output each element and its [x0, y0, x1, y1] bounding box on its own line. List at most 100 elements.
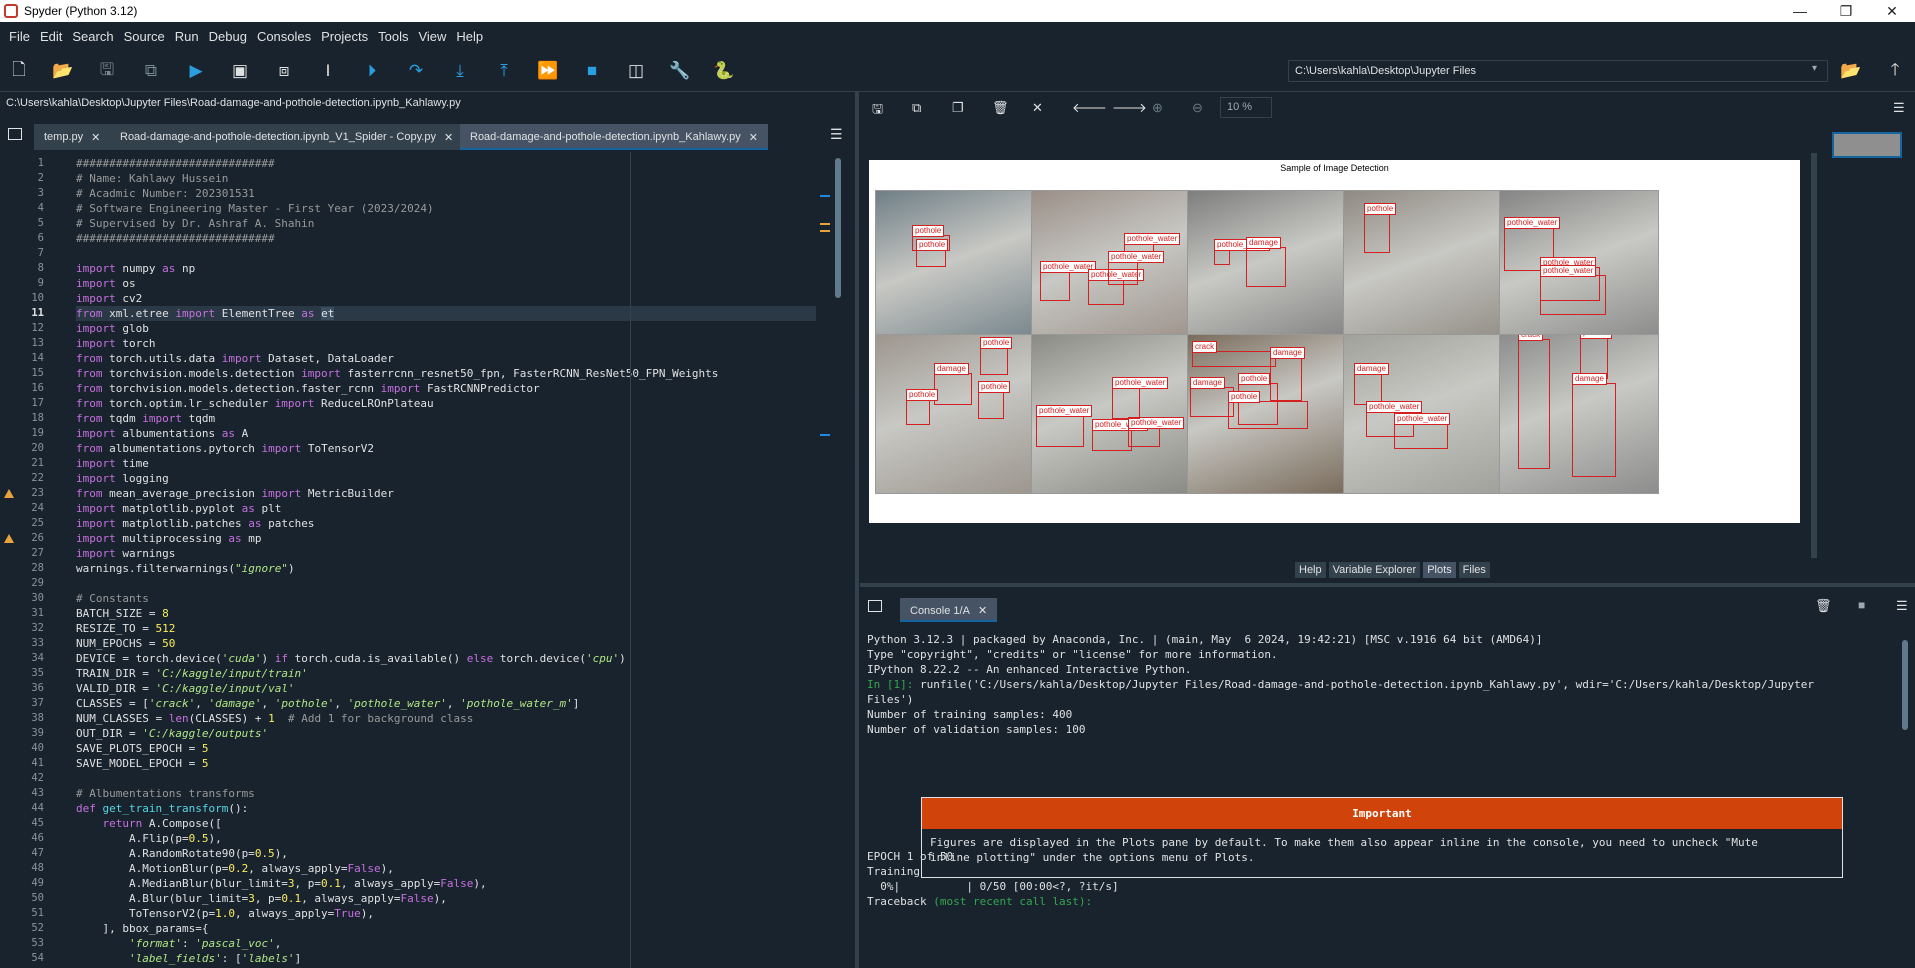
bounding-box-label: pothole — [912, 225, 945, 237]
parent-directory-icon[interactable]: 🡑 — [1883, 60, 1907, 82]
run-cell-icon[interactable]: ▣ — [228, 60, 252, 82]
code-area[interactable]: ############################## # Name: K… — [76, 156, 816, 966]
menu-debug[interactable]: Debug — [204, 29, 252, 44]
remove-plot-icon[interactable]: 🗑 — [992, 100, 1009, 116]
save-icon[interactable]: 🖫 — [95, 60, 119, 82]
menu-file[interactable]: File — [4, 29, 35, 44]
preferences-wrench-icon[interactable]: 🔧 — [668, 60, 692, 82]
browse-directory-icon[interactable]: 📂 — [1839, 60, 1863, 82]
zoom-level-field[interactable]: 10 % — [1220, 97, 1272, 118]
scrollbar-thumb[interactable] — [1902, 640, 1908, 730]
window-title: Spyder (Python 3.12) — [24, 4, 138, 18]
next-plot-icon[interactable]: 🡒 — [1112, 100, 1147, 116]
browse-tabs-icon[interactable] — [868, 600, 882, 612]
run-icon[interactable]: ▶ — [184, 60, 208, 82]
bounding-box-label: pothole — [916, 239, 949, 251]
tab-copy-py[interactable]: Road-damage-and-pothole-detection.ipynb_… — [110, 124, 464, 150]
stop-kernel-icon[interactable]: ■ — [1858, 598, 1865, 612]
line-number: 26 — [0, 531, 50, 546]
tab-kahlawy-py[interactable]: Road-damage-and-pothole-detection.ipynb_… — [460, 124, 768, 150]
chevron-down-icon[interactable]: ▾ — [1812, 63, 1817, 74]
tab-files[interactable]: Files — [1458, 562, 1490, 578]
clear-console-icon[interactable]: 🗑 — [1815, 598, 1832, 614]
menu-run[interactable]: Run — [170, 29, 204, 44]
bounding-box-label: damage — [934, 363, 969, 375]
line-number: 18 — [31, 412, 44, 424]
continue-icon[interactable]: ⏩ — [536, 60, 560, 82]
code-editor[interactable]: 1 2 3 4 5 6 7 8 9 10 11 12 13 14 15 16 17 18 19 20 21 22 23 24 2… — [0, 152, 835, 968]
line-number: 40 — [31, 742, 44, 754]
line-number: 52 — [31, 922, 44, 934]
zoom-out-icon[interactable]: ⊖ — [1192, 100, 1203, 116]
maximize-pane-icon[interactable]: ◫ — [624, 60, 648, 82]
menu-consoles[interactable]: Consoles — [252, 29, 316, 44]
maximize-button[interactable]: ❐ — [1823, 0, 1869, 22]
menu-edit[interactable]: Edit — [35, 29, 67, 44]
save-all-plots-icon[interactable]: ⧉ — [912, 100, 921, 116]
pane-splitter[interactable] — [860, 583, 1915, 587]
tab-plots[interactable]: Plots — [1423, 562, 1456, 578]
remove-all-plots-icon[interactable]: ✕ — [1032, 100, 1043, 116]
stop-debug-icon[interactable]: ■ — [580, 60, 604, 82]
line-number: 37 — [31, 697, 44, 709]
bounding-box: pothole — [916, 239, 949, 267]
menu-view[interactable]: View — [413, 29, 451, 44]
warning-icon[interactable] — [4, 489, 14, 498]
close-tab-icon[interactable]: ✕ — [978, 605, 987, 617]
options-menu-icon[interactable]: ☰ — [1893, 100, 1905, 116]
scrollbar-thumb[interactable] — [835, 158, 841, 298]
line-number: 36 — [31, 682, 44, 694]
tab-temp-py[interactable]: temp.py ✕ — [34, 124, 111, 150]
bounding-box: pothole_water — [1092, 419, 1149, 451]
close-button[interactable]: ✕ — [1869, 0, 1915, 22]
thumbnails-panel — [1820, 125, 1915, 560]
step-over-icon[interactable]: ↷ — [404, 60, 428, 82]
previous-plot-icon[interactable]: 🡐 — [1072, 100, 1107, 116]
menu-bar: File Edit Search Source Run Debug Consol… — [0, 22, 1915, 50]
traceback-detail: (most recent call last): — [926, 895, 1093, 908]
bounding-box-label: crack — [1192, 341, 1218, 353]
copy-plot-icon[interactable]: ❐ — [952, 100, 964, 116]
close-tab-icon[interactable]: ✕ — [749, 131, 758, 144]
bounding-box: pothole_water — [1040, 261, 1097, 301]
options-menu-icon[interactable]: ☰ — [1896, 598, 1908, 614]
tab-variable-explorer[interactable]: Variable Explorer — [1328, 562, 1421, 578]
step-return-icon[interactable]: ⤒ — [492, 60, 516, 82]
save-plot-icon[interactable]: 🖫 — [872, 100, 883, 122]
browse-tabs-icon[interactable] — [8, 128, 22, 140]
run-cell-advance-icon[interactable]: ⧈ — [272, 60, 296, 82]
step-into-icon[interactable]: ⤓ — [448, 60, 472, 82]
tab-help[interactable]: Help — [1295, 562, 1326, 578]
open-file-icon[interactable]: 📂 — [51, 60, 75, 82]
menu-source[interactable]: Source — [119, 29, 170, 44]
menu-projects[interactable]: Projects — [316, 29, 373, 44]
close-tab-icon[interactable]: ✕ — [444, 131, 453, 144]
menu-tools[interactable]: Tools — [373, 29, 413, 44]
python-path-icon[interactable]: 🐍 — [712, 60, 736, 82]
plots-scrollbar[interactable] — [1811, 153, 1817, 558]
editor-scrollbar[interactable] — [834, 156, 842, 968]
plot-thumbnail[interactable] — [1832, 132, 1902, 158]
tab-label: Console 1/A — [910, 605, 970, 617]
save-all-icon[interactable]: ⧉ — [139, 60, 163, 82]
working-directory-field[interactable]: C:\Users\kahla\Desktop\Jupyter Files — [1288, 60, 1828, 82]
debug-icon[interactable]: ⏵ — [360, 60, 384, 82]
line-number: 35 — [31, 667, 44, 679]
options-menu-icon[interactable]: ☰ — [830, 126, 843, 143]
bounding-box: pothole_water — [1128, 417, 1185, 447]
minimize-button[interactable]: — — [1777, 0, 1823, 22]
menu-search[interactable]: Search — [67, 29, 118, 44]
close-tab-icon[interactable]: ✕ — [91, 131, 100, 144]
bounding-box: pothole — [978, 381, 1011, 419]
bounding-box-label: pothole_water — [1036, 405, 1093, 417]
pane-splitter[interactable] — [855, 92, 859, 968]
console-scrollbar[interactable] — [1902, 640, 1910, 968]
run-selection-icon[interactable]: I — [316, 60, 340, 82]
console-header: 🗑 ■ ☰ — [860, 593, 1915, 625]
zoom-in-icon[interactable]: ⊕ — [1152, 100, 1163, 116]
new-file-icon[interactable]: 🗋 — [7, 60, 31, 82]
line-number: 25 — [31, 517, 44, 529]
warning-icon[interactable] — [4, 534, 14, 543]
menu-help[interactable]: Help — [451, 29, 488, 44]
tab-console[interactable]: Console 1/A ✕ — [900, 598, 998, 622]
